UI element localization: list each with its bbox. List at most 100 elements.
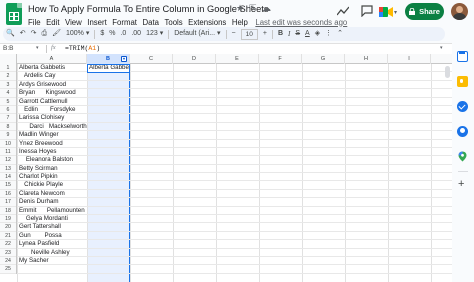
row-header[interactable]: 18 [0, 207, 16, 216]
account-avatar[interactable] [451, 3, 468, 20]
cell-a[interactable]: Denis Durham [19, 198, 59, 206]
formula-input[interactable]: =TRIM(A1) [65, 45, 100, 52]
strikethrough-button[interactable]: S [295, 27, 300, 41]
cell-a[interactable]: Inessa Hoyes [19, 148, 57, 156]
menu-view[interactable]: View [65, 18, 82, 27]
menu-extensions[interactable]: Extensions [188, 18, 226, 27]
menu-help[interactable]: Help [232, 18, 248, 27]
italic-button[interactable]: I [288, 27, 290, 41]
redo-icon[interactable]: ↷ [31, 27, 37, 41]
comments-icon[interactable] [361, 5, 373, 17]
row-header[interactable]: 7 [0, 114, 16, 123]
increase-font-size-button[interactable]: + [263, 27, 267, 41]
cell-a[interactable]: My Sacher [19, 257, 49, 265]
column-header-i[interactable]: I [388, 54, 431, 64]
cell-a[interactable]: Clareta Newcom [19, 190, 65, 198]
cell-a[interactable]: Eleanora Balston [19, 156, 73, 164]
currency-format-button[interactable]: $ [100, 27, 104, 41]
row-header[interactable]: 20 [0, 223, 16, 232]
zoom-select[interactable]: 100% ▾ [66, 27, 89, 41]
row-header[interactable]: 14 [0, 173, 16, 182]
row-header[interactable]: 2 [0, 72, 16, 81]
star-icon[interactable]: ★ [236, 3, 244, 13]
keep-icon[interactable] [457, 76, 468, 87]
column-header-f[interactable]: F [259, 54, 302, 64]
column-header-h[interactable]: H [345, 54, 388, 64]
percent-format-button[interactable]: % [109, 27, 115, 41]
cell-a[interactable]: Garrott Cattlemull [19, 98, 67, 106]
row-header[interactable]: 10 [0, 140, 16, 148]
cell-a[interactable]: Emmit Pellamounten [19, 207, 85, 215]
row-header[interactable]: 3 [0, 81, 16, 90]
menu-edit[interactable]: Edit [46, 18, 59, 27]
font-select[interactable]: Default (Ari... ▾ [174, 27, 220, 41]
cell-a[interactable]: Alberta Gabbetis [19, 64, 65, 72]
row-header[interactable]: 9 [0, 131, 16, 140]
cell-a[interactable]: Betty Scirman [19, 165, 58, 173]
last-edit-link[interactable]: Last edit was seconds ago [255, 18, 347, 27]
print-icon[interactable]: ⎙ [41, 27, 47, 41]
decrease-decimal-button[interactable]: .0 [120, 27, 126, 41]
row-header[interactable]: 12 [0, 156, 16, 165]
row-header[interactable]: 6 [0, 106, 16, 115]
cell-a[interactable]: Gert Tattershall [19, 223, 61, 231]
column-header-g[interactable]: G [302, 54, 345, 64]
cell-a[interactable]: Lynea Pasfield [19, 240, 59, 248]
move-to-folder-icon[interactable]: ⇱ [249, 3, 257, 13]
meet-button[interactable]: ▾ [379, 4, 403, 20]
collapse-toolbar-icon[interactable]: ⌃ [337, 27, 343, 41]
menu-file[interactable]: File [28, 18, 41, 27]
paint-format-icon[interactable]: 🖌 [52, 27, 61, 41]
column-header-c[interactable]: C [130, 54, 173, 64]
cell-a[interactable]: Ardelis Cay [19, 72, 56, 80]
add-icon[interactable]: + [458, 179, 464, 190]
row-header[interactable]: 15 [0, 181, 16, 190]
decrease-font-size-button[interactable]: − [232, 27, 236, 41]
cell-a[interactable]: Ynez Breewood [19, 140, 63, 148]
cell-a[interactable]: Gelya Mordanti [19, 215, 68, 223]
cell-a[interactable]: Gun Possa [19, 232, 62, 240]
row-header[interactable]: 24 [0, 257, 16, 266]
contacts-icon[interactable] [457, 126, 468, 137]
undo-icon[interactable]: ↶ [20, 27, 26, 41]
cell-a[interactable]: Chickie Playle [19, 181, 63, 189]
column-menu-icon[interactable]: ▾ [121, 56, 127, 62]
row-header[interactable]: 4 [0, 89, 16, 98]
cell-a[interactable]: Bryan Kingswood [19, 89, 76, 97]
column-header-d[interactable]: D [173, 54, 216, 64]
font-size-input[interactable]: 10 [240, 28, 258, 40]
select-all-corner[interactable] [0, 54, 17, 64]
cell-a[interactable]: Larissa Clohisey [19, 114, 64, 122]
row-header[interactable]: 23 [0, 249, 16, 257]
activity-dashboard-icon[interactable] [337, 6, 349, 16]
cell-a[interactable]: Madlin Winger [19, 131, 59, 139]
tasks-icon[interactable] [457, 101, 468, 112]
active-cell-b1[interactable]: Alberta Gabbetis [87, 64, 130, 73]
bold-button[interactable]: B [278, 27, 283, 41]
row-header[interactable]: 16 [0, 190, 16, 199]
column-header-b[interactable]: B ▾ [87, 54, 130, 64]
row-header[interactable]: 19 [0, 215, 16, 224]
search-menus-icon[interactable]: 🔍 [6, 27, 15, 41]
more-formats-select[interactable]: 123 ▾ [146, 27, 163, 41]
row-header[interactable]: 25 [0, 265, 16, 274]
menu-format[interactable]: Format [112, 18, 137, 27]
chevron-down-icon[interactable]: ▾ [36, 45, 39, 51]
row-header[interactable]: 13 [0, 165, 16, 174]
share-button[interactable]: Share [405, 3, 444, 20]
text-color-button[interactable]: A [305, 27, 310, 41]
cell-a[interactable]: Charlot Pipkin [19, 173, 58, 181]
calendar-icon[interactable] [457, 51, 468, 62]
more-options-icon[interactable]: ⋮ [325, 27, 332, 41]
spreadsheet-grid[interactable]: A B ▾ C D E F G H I 1 2 3 4 5 6 7 8 9 10 11 12 13 14 15… [0, 54, 452, 282]
column-header-e[interactable]: E [216, 54, 259, 64]
column-header-a[interactable]: A [17, 54, 87, 64]
cloud-status-icon[interactable]: ☁ [262, 3, 271, 13]
row-header[interactable]: 21 [0, 232, 16, 241]
fill-color-icon[interactable]: ◈ [315, 27, 320, 41]
name-box[interactable]: B:B [3, 45, 13, 52]
cell-a[interactable]: Ardys Grisewood [19, 81, 66, 89]
maps-icon[interactable] [457, 151, 468, 162]
cell-a[interactable]: Darci Mackselworth [19, 123, 86, 131]
row-header[interactable]: 17 [0, 198, 16, 207]
